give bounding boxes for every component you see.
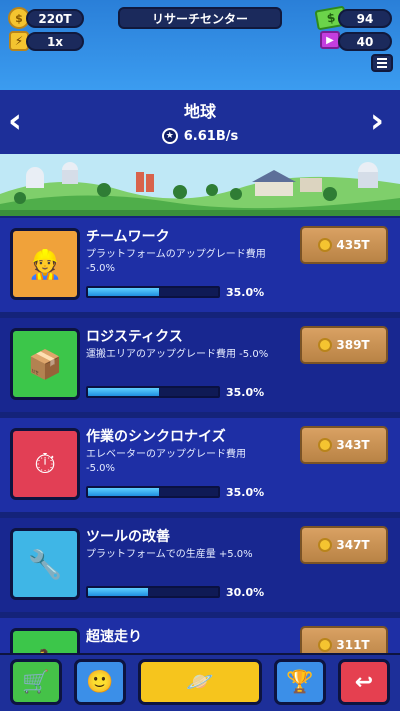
progress-fill <box>88 288 159 296</box>
list-item: 🏃 超速走り 311T <box>0 618 400 653</box>
gem-icon[interactable]: ▶ <box>320 31 340 49</box>
progress-fill <box>88 588 149 596</box>
exit-button[interactable]: ↩ <box>338 659 390 705</box>
trophy-button[interactable]: 🏆 <box>274 659 326 705</box>
shop-icon: 🛒 <box>22 669 50 695</box>
upgrade-cost: 389T <box>336 338 370 352</box>
upgrade-cost: 435T <box>336 238 370 252</box>
manager-icon: 🙂 <box>86 669 114 695</box>
gem-amount: 40 <box>356 34 374 49</box>
progress-fill <box>88 388 159 396</box>
upgrade-progress-bar <box>86 486 220 498</box>
upgrade-title: 作業のシンクロナイズ <box>86 429 226 445</box>
bottom-nav: 🛒 🙂 🪐 🏆 ↩ <box>0 653 400 711</box>
upgrade-progress-bar <box>86 586 220 598</box>
manager-button[interactable]: 🙂 <box>74 659 126 705</box>
upgrade-cost: 343T <box>336 438 370 452</box>
upgrade-progress-label: 35.0% <box>226 486 265 499</box>
upgrade-progress-bar <box>86 386 220 398</box>
coin-icon <box>318 538 333 552</box>
upgrade-title: ロジスティクス <box>86 329 183 345</box>
progress-fill <box>88 488 159 496</box>
coin-icon <box>318 638 333 652</box>
upgrade-progress-label: 35.0% <box>226 286 265 299</box>
list-item: 👷 チームワーク プラットフォームのアップグレード費用 -5.0% 35.0% … <box>0 218 400 312</box>
upgrade-progress-label: 35.0% <box>226 386 265 399</box>
screen-title-text: リサーチセンター <box>151 11 248 26</box>
upgrade-title: ツールの改善 <box>86 529 170 545</box>
stopwatch-icon: ⏱ <box>10 428 80 500</box>
upgrade-list[interactable]: 👷 チームワーク プラットフォームのアップグレード費用 -5.0% 35.0% … <box>0 218 400 653</box>
planet-button[interactable]: 🪐 <box>138 659 262 705</box>
list-item: 🔧 ツールの改善 プラットフォームでの生産量 +5.0% 30.0% 347T <box>0 518 400 612</box>
buy-upgrade-button[interactable]: 389T <box>300 326 388 364</box>
menu-button[interactable] <box>371 54 393 72</box>
buy-upgrade-button[interactable]: 435T <box>300 226 388 264</box>
upgrade-description: 運搬エリアのアップグレード費用 -5.0% <box>86 349 269 360</box>
boxes-icon: 📦 <box>10 328 80 400</box>
coin-icon <box>318 338 333 352</box>
planet-name: 地球 <box>183 102 216 121</box>
exit-icon: ↩ <box>354 669 374 695</box>
upgrade-progress-label: 30.0% <box>226 586 265 599</box>
upgrade-progress-bar <box>86 286 220 298</box>
rate-icon: ★ <box>161 128 178 144</box>
income-rate-value: 6.61B/s <box>183 128 239 144</box>
coin-amount: 220T <box>38 11 72 26</box>
next-planet-arrow[interactable]: › <box>370 104 384 138</box>
coin-icon <box>318 238 333 252</box>
runner-icon: 🏃 <box>10 628 80 653</box>
trophy-icon: 🏆 <box>286 669 314 695</box>
buy-upgrade-button[interactable]: 347T <box>300 526 388 564</box>
list-item: 📦 ロジスティクス 運搬エリアのアップグレード費用 -5.0% 35.0% 38… <box>0 318 400 412</box>
menu-icon <box>377 58 387 60</box>
screen-title: リサーチセンター <box>118 7 282 29</box>
earth-landscape <box>0 154 400 216</box>
list-item: ⏱ 作業のシンクロナイズ エレベーターのアップグレード費用 -5.0% 35.0… <box>0 418 400 512</box>
upgrade-title: チームワーク <box>86 229 170 245</box>
upgrade-description: プラットフォームでの生産量 +5.0% <box>86 549 253 560</box>
buy-upgrade-button[interactable]: 311T <box>300 626 388 653</box>
shop-button[interactable]: 🛒 <box>10 659 62 705</box>
multiplier-value: 1x <box>46 34 64 49</box>
multiplier-pill[interactable]: 1x <box>26 32 84 51</box>
upgrade-description: エレベーターのアップグレード費用 -5.0% <box>86 449 246 474</box>
upgrade-description: プラットフォームのアップグレード費用 -5.0% <box>86 249 266 274</box>
planet-header: 地球 ★ 6.61B/s <box>0 90 400 154</box>
cash-balance[interactable]: 94 <box>338 9 392 28</box>
planet-icon: 🪐 <box>186 669 214 695</box>
coin-icon <box>318 438 333 452</box>
coin-balance: 220T <box>26 9 84 28</box>
gem-balance[interactable]: 40 <box>338 32 392 51</box>
tools-icon: 🔧 <box>10 528 80 600</box>
upgrade-cost: 347T <box>336 538 370 552</box>
buy-upgrade-button[interactable]: 343T <box>300 426 388 464</box>
upgrade-title: 超速走り <box>86 629 142 645</box>
team-icon: 👷 <box>10 228 80 300</box>
top-hud: $ 220T ⚡ 1x リサーチセンター $ 94 ▶ 40 <box>0 0 400 90</box>
upgrade-cost: 311T <box>336 638 370 652</box>
cash-amount: 94 <box>356 11 374 26</box>
income-rate: ★ 6.61B/s <box>0 128 400 144</box>
prev-planet-arrow[interactable]: ‹ <box>8 104 22 138</box>
